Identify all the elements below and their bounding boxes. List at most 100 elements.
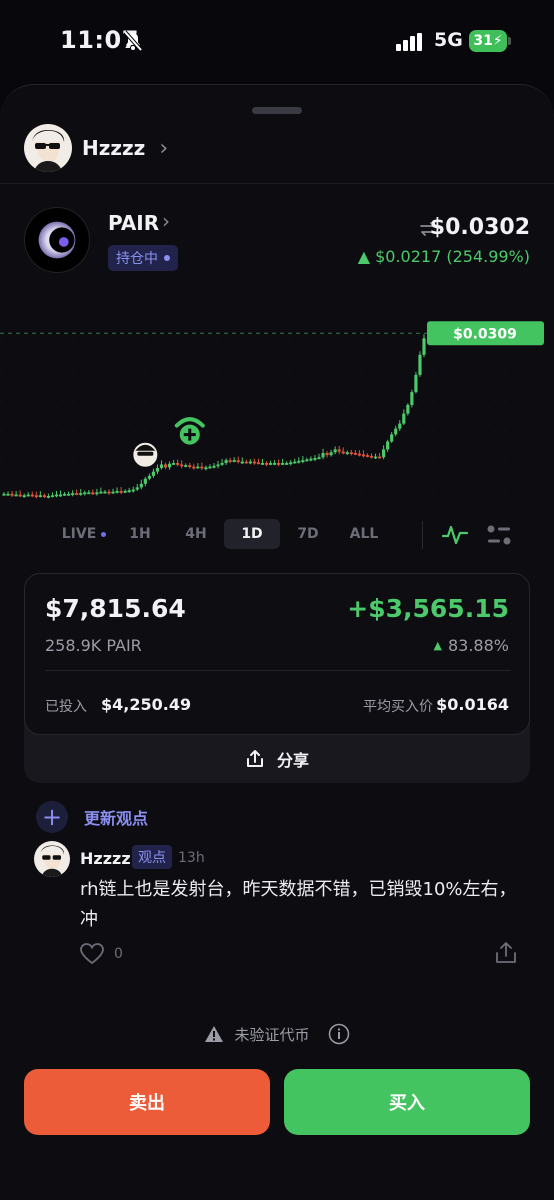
heart-icon[interactable]	[80, 943, 104, 965]
candle-body	[71, 493, 75, 495]
post-author[interactable]: Hzzzz	[80, 849, 131, 868]
line-chart-icon[interactable]	[442, 523, 468, 547]
post-avatar-image	[40, 845, 65, 877]
candle-body	[216, 464, 220, 467]
range-1h[interactable]: 1H	[112, 519, 168, 549]
user-name: Hzzzz	[82, 136, 146, 160]
post-share-icon[interactable]	[494, 941, 518, 965]
candle-body	[180, 464, 184, 467]
share-icon	[246, 750, 263, 767]
battery-icon: 31 ⚡	[469, 30, 507, 52]
candle-body	[212, 465, 216, 468]
battery-cap	[508, 37, 511, 45]
candle-body	[79, 493, 83, 495]
candle-body	[349, 452, 353, 455]
candle-body	[163, 464, 168, 468]
candle-body	[107, 491, 111, 494]
holding-dot	[164, 255, 170, 261]
candle-body	[115, 490, 119, 493]
candle-body	[26, 494, 30, 497]
candle-body	[268, 463, 273, 465]
info-icon[interactable]	[328, 1023, 350, 1045]
position-value: $7,815.64	[45, 594, 186, 623]
range-live[interactable]: LIVE	[56, 519, 112, 549]
position-pnl: +$3,565.15	[347, 594, 509, 623]
divider	[45, 670, 511, 671]
candle-body	[143, 478, 147, 484]
chevron-right-icon: ›	[159, 135, 169, 161]
candle-body	[244, 461, 248, 464]
candle-body	[103, 491, 107, 494]
candle-body	[18, 494, 22, 497]
add-marker-plus-v	[188, 428, 192, 441]
candle-body	[410, 392, 414, 405]
candle-body	[321, 452, 325, 458]
candle-body	[155, 468, 160, 472]
sell-label: 卖出	[129, 1093, 165, 1114]
candle-body	[42, 495, 46, 498]
range-1d[interactable]: 1D	[224, 519, 280, 549]
candle-body	[135, 487, 139, 490]
candle-body	[196, 466, 200, 469]
buy-button[interactable]: 买入	[284, 1069, 530, 1135]
candle-body	[402, 413, 406, 424]
token-name[interactable]: PAIR	[108, 211, 159, 235]
candle-body	[46, 495, 51, 498]
candle-body	[204, 467, 208, 470]
warning-icon	[205, 1026, 224, 1042]
candle-body	[62, 493, 67, 496]
candle-body	[422, 338, 426, 355]
token-logo-image	[38, 221, 76, 259]
token-price: $0.0302	[429, 215, 530, 240]
post-avatar[interactable]	[34, 841, 70, 877]
range-divider	[422, 521, 423, 549]
candle-body	[119, 490, 123, 493]
candle-body	[83, 492, 87, 495]
candle-body	[365, 455, 370, 457]
position-quantity: 258.9K PAIR	[45, 636, 142, 655]
candle-body	[188, 465, 192, 467]
candle-body	[192, 466, 196, 469]
update-opinion-button[interactable]: + 更新观点	[36, 801, 148, 833]
candle-body	[398, 423, 402, 429]
candle-body	[293, 461, 297, 464]
candle-body	[377, 456, 382, 459]
candle-body	[260, 463, 265, 465]
candle-body	[406, 404, 410, 414]
post-text: rh链上也是发射台，昨天数据不错，已销毁10%左右，冲	[80, 879, 517, 930]
sheet-grabber[interactable]	[252, 107, 302, 114]
candle-body	[99, 491, 103, 494]
candle-body	[345, 452, 349, 455]
candle-body	[277, 463, 281, 465]
candle-body	[418, 354, 422, 375]
user-row[interactable]: Hzzzz ›	[24, 123, 168, 173]
candle-body	[236, 460, 240, 462]
candle-body	[172, 463, 176, 465]
candle-body	[151, 471, 156, 476]
candle-body	[167, 463, 172, 468]
token-logo	[24, 207, 90, 273]
range-label: ALL	[349, 526, 379, 542]
candle-body	[159, 464, 164, 469]
candle-body	[50, 495, 55, 498]
range-7d[interactable]: 7D	[280, 519, 336, 549]
candle-body	[313, 458, 317, 460]
range-label: 4H	[185, 526, 207, 542]
candle-body	[297, 460, 301, 463]
candle-body	[22, 495, 26, 498]
settings-toggle-icon[interactable]	[486, 523, 512, 547]
user-avatar	[24, 124, 72, 172]
invested-label: 已投入	[45, 699, 87, 715]
range-all[interactable]: ALL	[336, 519, 392, 549]
share-button[interactable]: 分享	[24, 735, 530, 783]
candle-body	[30, 494, 34, 497]
invested-value: $4,250.49	[101, 695, 192, 714]
candle-body	[325, 452, 329, 456]
range-label: 7D	[297, 526, 319, 542]
range-4h[interactable]: 4H	[168, 519, 224, 549]
candle-body	[309, 458, 313, 461]
price-chart[interactable]: $0.0309	[0, 311, 554, 511]
sell-button[interactable]: 卖出	[24, 1069, 270, 1135]
candle-body	[386, 441, 390, 450]
candle-body	[87, 492, 91, 495]
